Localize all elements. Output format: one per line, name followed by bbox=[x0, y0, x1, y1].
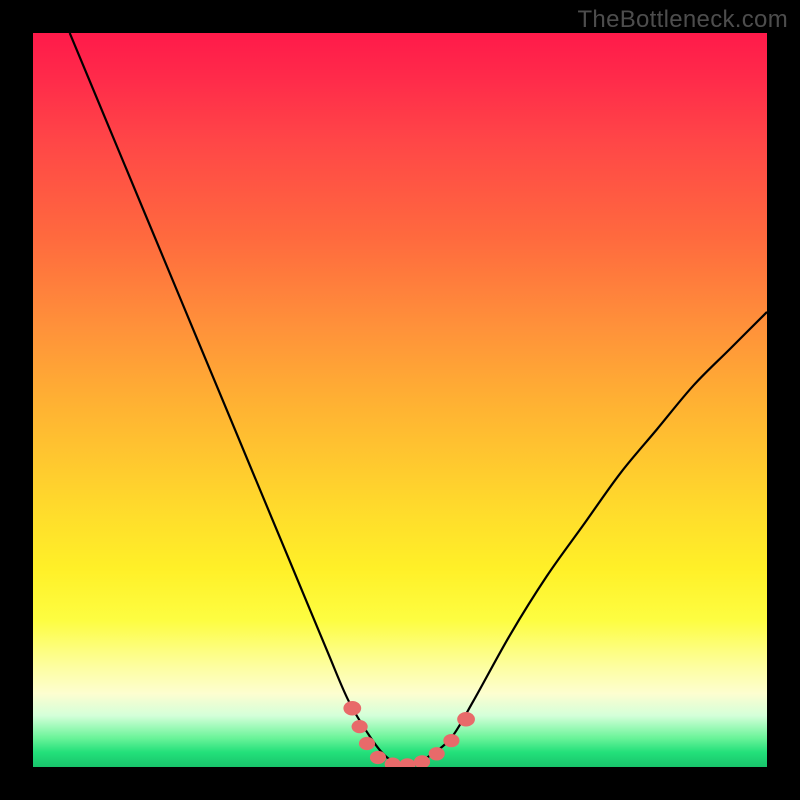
chart-frame: TheBottleneck.com bbox=[0, 0, 800, 800]
plot-area bbox=[33, 33, 767, 767]
watermark-text: TheBottleneck.com bbox=[577, 6, 788, 34]
